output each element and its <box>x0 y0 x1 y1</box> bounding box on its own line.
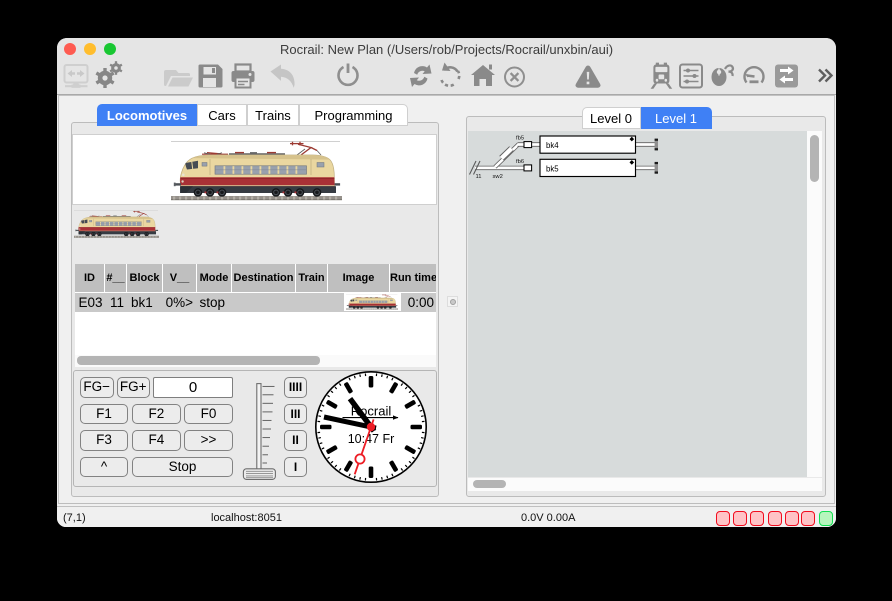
svg-text:fb5: fb5 <box>516 135 524 141</box>
svg-text:10:47 Fr: 10:47 Fr <box>348 432 395 446</box>
svg-text:bk4: bk4 <box>546 141 559 150</box>
svg-text:bk5: bk5 <box>546 164 559 173</box>
svg-text:sw2: sw2 <box>493 173 503 179</box>
svg-text:fb6: fb6 <box>516 159 524 165</box>
svg-text:11: 11 <box>476 173 482 179</box>
